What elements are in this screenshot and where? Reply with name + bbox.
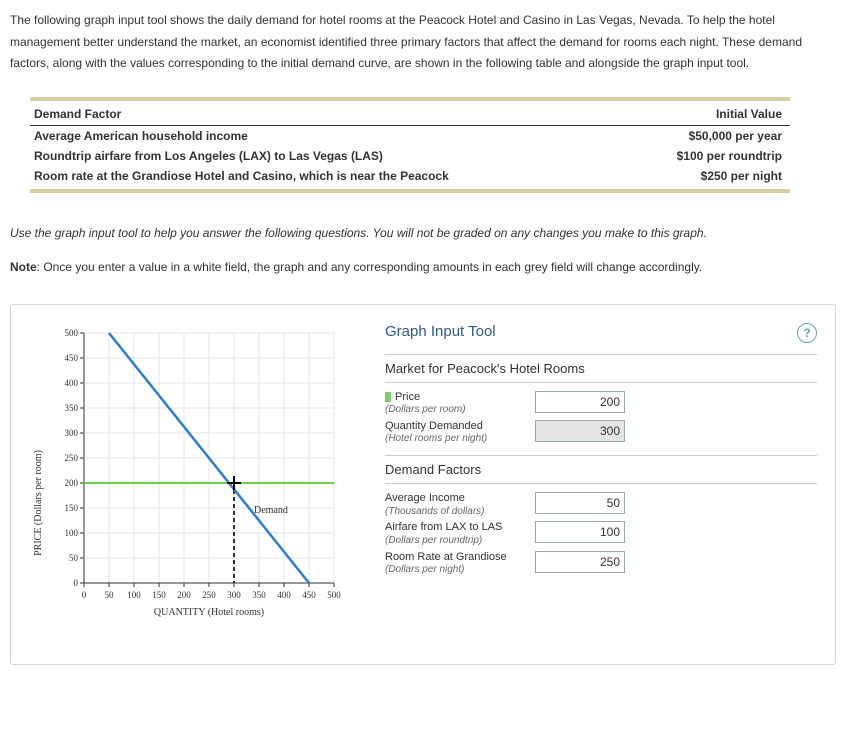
table-row: Roundtrip airfare from Los Angeles (LAX)… (30, 146, 790, 166)
income-label: Average Income (385, 492, 465, 504)
value-cell: $100 per roundtrip (626, 146, 790, 166)
chart-svg[interactable]: PRICE (Dollars per room) (29, 323, 359, 643)
rate-input[interactable]: 250 (535, 551, 625, 573)
x-axis-label: QUANTITY (Hotel rooms) (154, 607, 264, 618)
income-input[interactable]: 50 (535, 492, 625, 514)
price-label: Price (395, 391, 420, 403)
svg-text:450: 450 (65, 353, 79, 363)
table-row: Room rate at the Grandiose Hotel and Cas… (30, 166, 790, 191)
rate-label: Room Rate at Grandiose (385, 551, 507, 563)
value-cell: $50,000 per year (626, 125, 790, 146)
svg-text:300: 300 (65, 428, 79, 438)
col-value: Initial Value (626, 99, 790, 126)
factor-cell: Room rate at the Grandiose Hotel and Cas… (30, 166, 626, 191)
demand-legend: Demand (254, 505, 288, 516)
airfare-sub: (Dollars per roundtrip) (385, 535, 482, 546)
graph-panel: PRICE (Dollars per room) (10, 304, 836, 665)
y-axis-label: PRICE (Dollars per room) (33, 450, 44, 556)
col-factor: Demand Factor (30, 99, 626, 126)
factors-heading: Demand Factors (385, 455, 817, 484)
airfare-input[interactable]: 100 (535, 521, 625, 543)
svg-text:0: 0 (82, 590, 87, 600)
svg-text:0: 0 (74, 578, 79, 588)
svg-text:500: 500 (327, 590, 341, 600)
svg-text:500: 500 (65, 328, 79, 338)
qty-label: Quantity Demanded (385, 420, 483, 432)
svg-text:400: 400 (65, 378, 79, 388)
svg-text:250: 250 (202, 590, 216, 600)
intro-text: The following graph input tool shows the… (10, 10, 836, 75)
price-input[interactable]: 200 (535, 391, 625, 413)
svg-text:350: 350 (252, 590, 266, 600)
svg-text:200: 200 (65, 478, 79, 488)
svg-text:250: 250 (65, 453, 79, 463)
tool-subtitle: Market for Peacock's Hotel Rooms (385, 354, 817, 383)
note-text: Note: Once you enter a value in a white … (10, 257, 836, 277)
svg-text:100: 100 (127, 590, 141, 600)
svg-text:300: 300 (227, 590, 241, 600)
demand-chart[interactable]: PRICE (Dollars per room) (29, 323, 359, 646)
svg-text:400: 400 (277, 590, 291, 600)
value-cell: $250 per night (626, 166, 790, 191)
qty-sub: (Hotel rooms per night) (385, 433, 487, 444)
help-icon[interactable]: ? (797, 323, 817, 343)
y-ticks: 0 50 100 150 200 250 300 350 400 450 500 (65, 328, 79, 588)
note-body: : Once you enter a value in a white fiel… (37, 260, 703, 274)
svg-text:150: 150 (152, 590, 166, 600)
factor-cell: Average American household income (30, 125, 626, 146)
x-ticks: 0 50 100 150 200 250 300 350 400 450 500 (82, 590, 342, 600)
price-sub: (Dollars per room) (385, 404, 466, 415)
svg-text:50: 50 (105, 590, 115, 600)
table-row: Average American household income $50,00… (30, 125, 790, 146)
tool-title: Graph Input Tool (385, 323, 817, 340)
svg-text:100: 100 (65, 528, 79, 538)
svg-text:450: 450 (302, 590, 316, 600)
note-label: Note (10, 260, 37, 274)
intersection-point[interactable] (227, 476, 241, 490)
factor-cell: Roundtrip airfare from Los Angeles (LAX)… (30, 146, 626, 166)
price-marker-icon (385, 392, 391, 402)
svg-text:350: 350 (65, 403, 79, 413)
airfare-label: Airfare from LAX to LAS (385, 521, 502, 533)
svg-text:50: 50 (69, 553, 79, 563)
svg-text:150: 150 (65, 503, 79, 513)
income-sub: (Thousands of dollars) (385, 506, 485, 517)
graph-input-tool: ? Graph Input Tool Market for Peacock's … (385, 323, 817, 580)
instructions-text: Use the graph input tool to help you ans… (10, 223, 836, 243)
rate-sub: (Dollars per night) (385, 564, 464, 575)
svg-text:200: 200 (177, 590, 191, 600)
demand-factors-table: Demand Factor Initial Value Average Amer… (30, 97, 790, 193)
qty-output: 300 (535, 420, 625, 442)
